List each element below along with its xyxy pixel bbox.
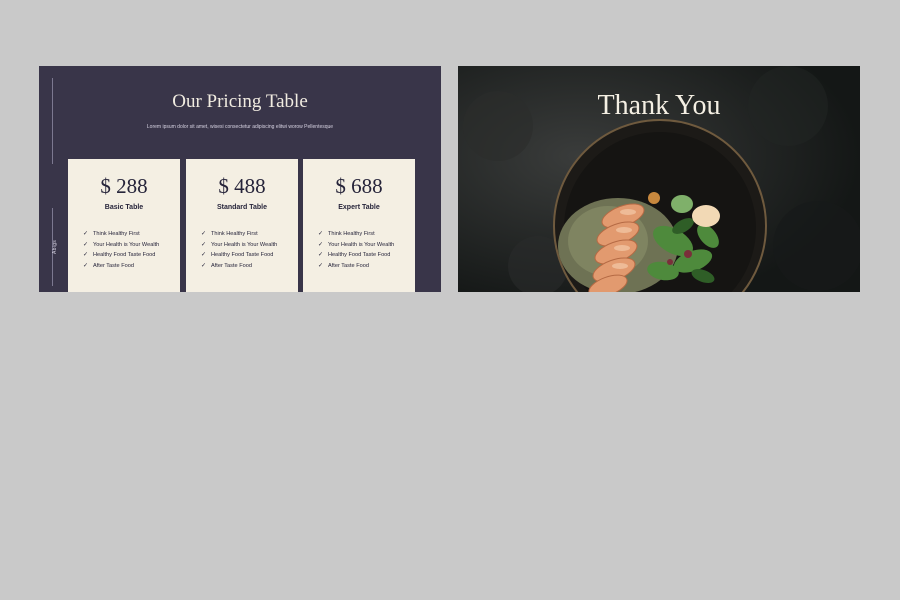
card-price: $ 488 xyxy=(218,174,266,198)
feature-item: ✓ Healthy Food Taste Food xyxy=(83,250,159,261)
check-icon: ✓ xyxy=(318,252,324,259)
check-icon: ✓ xyxy=(83,252,89,259)
feature-item: ✓ Think Healthy First xyxy=(318,229,394,240)
feature-list: ✓ Think Healthy First ✓ Your Health is You… xyxy=(83,229,159,271)
feature-item: ✓ After Taste Food xyxy=(201,261,277,272)
feature-text: After Taste Food xyxy=(211,262,252,269)
side-label: Abigs xyxy=(52,239,59,255)
pricing-slide: Abigs Our Pricing Table Lorem ipsum dolo… xyxy=(39,66,441,292)
pricing-card-basic: $ 288 Basic Table ✓ Think Healthy First ✓… xyxy=(68,159,180,292)
thank-you-slide: Thank You xyxy=(458,66,860,292)
card-price: $ 288 xyxy=(100,174,148,198)
feature-item: ✓ Healthy Food Taste Food xyxy=(318,250,394,261)
feature-text: Healthy Food Taste Food xyxy=(328,252,391,259)
check-icon: ✓ xyxy=(201,262,207,269)
card-plan-name: Expert Table xyxy=(338,204,380,211)
feature-item: ✓ After Taste Food xyxy=(318,261,394,272)
check-icon: ✓ xyxy=(201,231,207,237)
feature-text: Think Healthy First xyxy=(93,231,140,237)
check-icon: ✓ xyxy=(318,231,324,237)
check-icon: ✓ xyxy=(83,241,89,248)
pricing-card-standard: $ 488 Standard Table ✓ Think Healthy Firs… xyxy=(186,159,298,292)
pricing-subtitle: Lorem ipsum dolor sit amet, wisesi conse… xyxy=(146,124,334,130)
feature-text: Your Health is Your Wealth xyxy=(211,241,278,248)
thank-you-title: Thank You xyxy=(597,90,721,121)
feature-text: Think Healthy First xyxy=(328,231,375,237)
check-icon: ✓ xyxy=(83,231,89,237)
feature-text: After Taste Food xyxy=(328,262,369,269)
feature-item: ✓ Think Healthy First xyxy=(201,229,277,240)
feature-text: Your Health is Your Wealth xyxy=(328,241,395,248)
check-icon: ✓ xyxy=(83,262,89,269)
feature-text: Healthy Food Taste Food xyxy=(211,252,274,259)
card-plan-name: Standard Table xyxy=(216,204,268,211)
feature-list: ✓ Think Healthy First ✓ Your Health is You… xyxy=(201,229,277,271)
check-icon: ✓ xyxy=(201,252,207,259)
feature-text: Think Healthy First xyxy=(211,231,258,237)
feature-list: ✓ Think Healthy First ✓ Your Health is You… xyxy=(318,229,394,271)
feature-item: ✓ After Taste Food xyxy=(83,261,159,272)
feature-item: ✓ Healthy Food Taste Food xyxy=(201,250,277,261)
feature-text: After Taste Food xyxy=(93,262,134,269)
card-price: $ 688 xyxy=(335,174,383,198)
feature-item: ✓ Your Health is Your Wealth xyxy=(201,240,277,251)
feature-text: Healthy Food Taste Food xyxy=(93,252,156,259)
feature-text: Your Health is Your Wealth xyxy=(93,241,160,248)
feature-item: ✓ Your Health is Your Wealth xyxy=(83,240,159,251)
card-plan-name: Basic Table xyxy=(104,204,144,211)
feature-item: ✓ Your Health is Your Wealth xyxy=(318,240,394,251)
check-icon: ✓ xyxy=(318,241,324,248)
check-icon: ✓ xyxy=(318,262,324,269)
feature-item: ✓ Think Healthy First xyxy=(83,229,159,240)
pricing-title: Our Pricing Table xyxy=(172,91,308,112)
pricing-card-expert: $ 688 Expert Table ✓ Think Healthy First … xyxy=(303,159,415,292)
check-icon: ✓ xyxy=(201,241,207,248)
